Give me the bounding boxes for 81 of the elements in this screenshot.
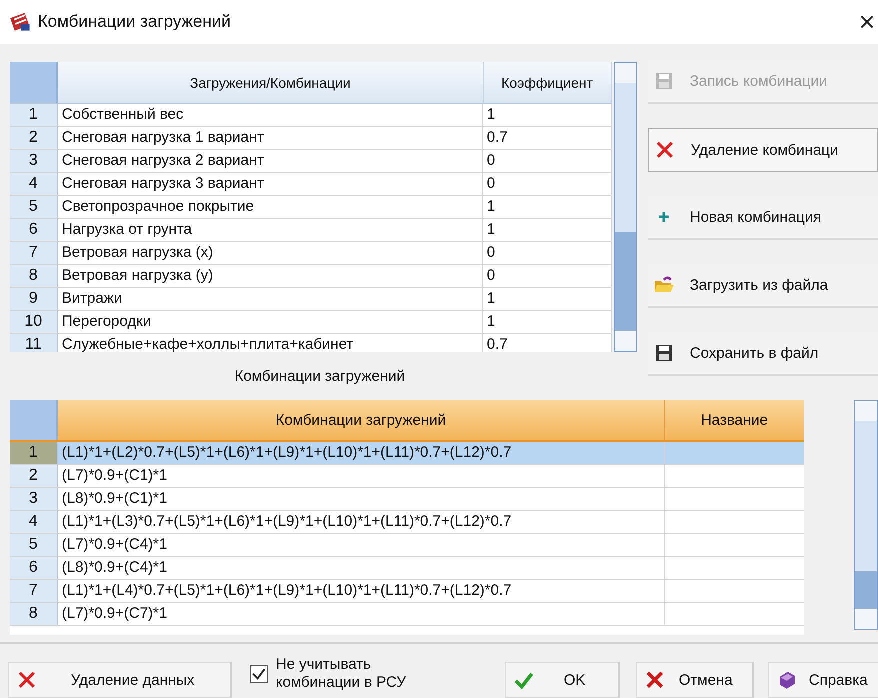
table-cell: (L8)*0.9+(C1)*1 <box>58 488 665 510</box>
section-caption: Комбинации загружений <box>234 368 406 384</box>
table-cell: 0 <box>483 265 612 287</box>
row-number: 7 <box>10 580 58 602</box>
table-cell: (L7)*0.9+(C7)*1 <box>58 603 665 625</box>
table-cell: 1 <box>483 104 612 126</box>
row-number: 11 <box>10 334 58 352</box>
checkmark-icon <box>514 670 534 690</box>
column-header[interactable]: Загружения/Комбинации <box>58 62 484 103</box>
checkbox[interactable] <box>250 665 268 683</box>
table-cell: 0 <box>483 150 612 172</box>
row-number: 4 <box>10 511 58 533</box>
table-cell: (L1)*1+(L2)*0.7+(L5)*1+(L6)*1+(L9)*1+(L10)*1+(L11)*0.7+(L12)*0.7 <box>58 442 665 464</box>
corner-cell <box>10 62 58 103</box>
row-number: 10 <box>10 311 58 333</box>
row-number: 8 <box>10 265 58 287</box>
column-header[interactable]: Коэффициент <box>484 62 612 103</box>
cross-icon <box>645 670 665 690</box>
row-number: 5 <box>10 534 58 556</box>
table-cell: (L1)*1+(L3)*0.7+(L5)*1+(L6)*1+(L9)*1+(L10)*1+(L11)*0.7+(L12)*0.7 <box>58 511 665 533</box>
table-cell: Служебные+кафе+холлы+плита+кабинет <box>58 334 483 352</box>
scrollbar[interactable] <box>854 400 878 630</box>
row-number: 6 <box>10 219 58 241</box>
row-number: 1 <box>10 442 58 464</box>
table-cell: Нагрузка от грунта <box>58 219 483 241</box>
table-cell: (L8)*0.9+(C4)*1 <box>58 557 665 579</box>
table-cell: Снеговая нагрузка 3 вариант <box>58 173 483 195</box>
table-cell: 1 <box>483 196 612 218</box>
row-number: 5 <box>10 196 58 218</box>
row-number: 8 <box>10 603 58 625</box>
table-row[interactable]: 3 (L8)*0.9+(C1)*1 <box>10 488 804 511</box>
table-cell: Витражи <box>58 288 483 310</box>
dialog-button[interactable]: OK <box>505 662 620 698</box>
table-row[interactable]: 2 (L7)*0.9+(C1)*1 <box>10 465 804 488</box>
table-cell: Собственный вес <box>58 104 483 126</box>
table-cell: 1 <box>483 219 612 241</box>
scrollbar[interactable] <box>614 62 637 352</box>
corner-cell <box>10 400 58 440</box>
table-cell: Снеговая нагрузка 2 вариант <box>58 150 483 172</box>
table-cell: 1 <box>483 311 612 333</box>
row-number: 2 <box>10 465 58 487</box>
table-cell: 0 <box>483 173 612 195</box>
table-row[interactable]: 6 (L8)*0.9+(C4)*1 <box>10 557 804 580</box>
table-row[interactable]: 4 (L1)*1+(L3)*0.7+(L5)*1+(L6)*1+(L9)*1+(L10)*1+(L11)*0.7+(L12)*0.7 <box>10 511 804 534</box>
dialog-button[interactable]: Отмена <box>636 662 754 698</box>
table-cell: 0.7 <box>483 334 612 352</box>
table-cell: Ветровая нагрузка (x) <box>58 242 483 264</box>
checkbox-option[interactable]: Не учитывать комбинации в РСУ <box>250 650 426 698</box>
table-cell: Перегородки <box>58 311 483 333</box>
table-cell: Светопрозрачное покрытие <box>58 196 483 218</box>
row-number: 1 <box>10 104 58 126</box>
table-cell: (L7)*0.9+(C1)*1 <box>58 465 665 487</box>
table-cell: (L1)*1+(L4)*0.7+(L5)*1+(L6)*1+(L9)*1+(L10)*1+(L11)*0.7+(L12)*0.7 <box>58 580 665 602</box>
row-number: 7 <box>10 242 58 264</box>
delete-data-button[interactable]: Удаление данных <box>8 662 232 698</box>
row-number: 4 <box>10 173 58 195</box>
table-row[interactable]: 7 (L1)*1+(L4)*0.7+(L5)*1+(L6)*1+(L9)*1+(L10)*1+(L11)*0.7+(L12)*0.7 <box>10 580 804 603</box>
window-title: Комбинации загружений <box>38 12 232 32</box>
row-number: 3 <box>10 150 58 172</box>
table-cell: 1 <box>483 288 612 310</box>
row-number: 9 <box>10 288 58 310</box>
row-number: 6 <box>10 557 58 579</box>
table-row[interactable]: 1 (L1)*1+(L2)*0.7+(L5)*1+(L6)*1+(L9)*1+(L10)*1+(L11)*0.7+(L12)*0.7 <box>10 442 804 465</box>
table-row[interactable]: 5 (L7)*0.9+(C4)*1 <box>10 534 804 557</box>
side-button[interactable]: Удаление комбинаци <box>648 128 878 172</box>
table-cell: 0.7 <box>483 127 612 149</box>
column-header[interactable]: Комбинации загружений <box>58 400 665 440</box>
column-header[interactable]: Название <box>665 400 804 440</box>
table-cell: Ветровая нагрузка (y) <box>58 265 483 287</box>
cross-icon <box>17 670 37 690</box>
app-logo-icon <box>10 11 32 33</box>
dialog-button[interactable]: Справка <box>768 662 878 698</box>
row-number: 2 <box>10 127 58 149</box>
table-cell: 0 <box>483 242 612 264</box>
cross-icon <box>655 140 675 160</box>
table-row[interactable]: 8 (L7)*0.9+(C7)*1 <box>10 603 804 626</box>
table-cell: (L7)*0.9+(C4)*1 <box>58 534 665 556</box>
row-number: 3 <box>10 488 58 510</box>
close-button[interactable]: × <box>858 10 876 34</box>
table-cell: Снеговая нагрузка 1 вариант <box>58 127 483 149</box>
folder-icon <box>654 275 674 295</box>
